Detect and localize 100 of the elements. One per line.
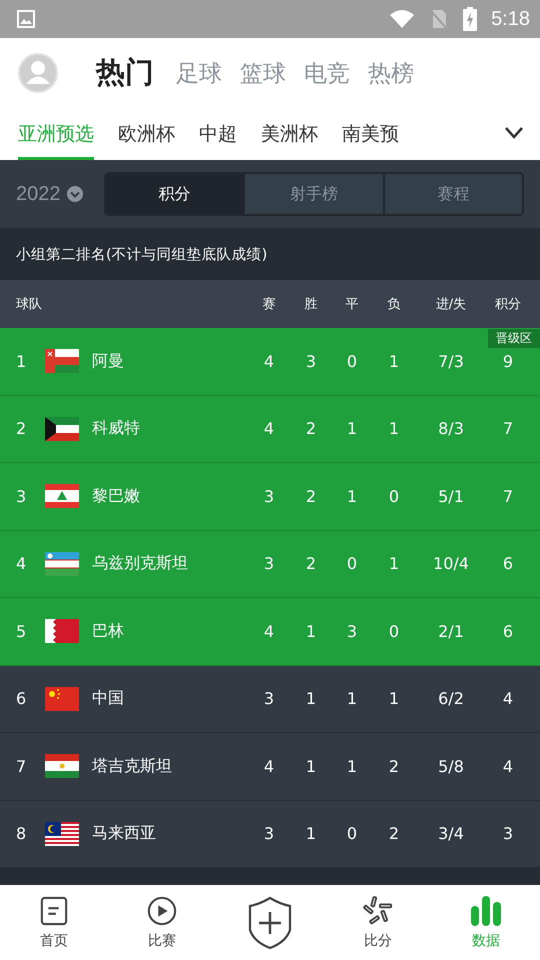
team-name: 阿曼 [92, 350, 124, 372]
sport-tab[interactable]: 篮球 [238, 58, 288, 88]
table-cell-text: 6 [502, 554, 514, 574]
flag-icon [45, 822, 79, 846]
table-cell-text: 2 [304, 419, 318, 438]
table-cell-text: 2 [388, 756, 400, 776]
sport-tab[interactable]: 足球 [174, 58, 224, 88]
table-cell-text: 1 [388, 554, 400, 574]
table-cell-text: 3 [262, 824, 276, 844]
sticks-icon [362, 896, 394, 926]
flag-icon [45, 349, 79, 374]
dropdown-icon [66, 186, 82, 202]
table-cell-text: 1 [304, 756, 318, 776]
column-header: 平 [344, 296, 360, 313]
table-cell-text: 0 [346, 824, 358, 844]
table-cell-text: 7 [502, 486, 514, 506]
view-tab[interactable]: 积分 [106, 174, 244, 214]
table-cell-text: 4 [262, 419, 276, 438]
sport-tab[interactable]: 热门 [94, 53, 156, 93]
league-tab[interactable]: 中超 [199, 108, 237, 160]
table-cell-text: 3 [346, 622, 358, 641]
table-cell-text: 3 [262, 554, 276, 574]
view-tab[interactable]: 射手榜 [243, 174, 383, 214]
team-name: 科威特 [92, 418, 140, 440]
league-tab[interactable]: 美洲杯 [261, 108, 318, 160]
table-cell-text: 3 [304, 352, 318, 371]
table-cell-text: 1 [346, 419, 358, 438]
sport-tab[interactable]: 热榜 [366, 58, 416, 88]
nav-item[interactable]: 比分 [324, 896, 432, 950]
flag-icon [45, 484, 79, 508]
rank: 4 [15, 554, 28, 574]
team-name: 马来西亚 [92, 823, 156, 844]
rank: 7 [15, 756, 28, 776]
document-icon [40, 896, 68, 926]
team-name: 塔吉克斯坦 [92, 756, 172, 777]
table-cell-text: 0 [388, 622, 400, 641]
table-cell-text: 1 [388, 352, 400, 371]
table-row[interactable]: 8 马来西亚 3 1 0 2 3/4 3 [0, 800, 540, 868]
image-icon [16, 9, 36, 29]
team-name: 乌兹别克斯坦 [92, 553, 188, 574]
view-tab[interactable]: 赛程 [382, 174, 522, 214]
rank: 2 [15, 419, 28, 438]
table-cell-text: 1 [304, 824, 318, 844]
table-cell-text: 3/4 [437, 824, 465, 844]
table-cell-text: 1 [388, 689, 400, 708]
nav-item[interactable]: 比赛 [108, 896, 216, 950]
table-row[interactable]: 2 科威特 4 2 1 1 8/3 7 [0, 396, 540, 463]
season-selector[interactable]: 2022 [16, 182, 104, 206]
table-cell-text: 2 [304, 486, 318, 506]
table-cell-text: 1 [304, 689, 318, 708]
table-cell-text: 2 [304, 554, 318, 574]
flag-icon [45, 686, 79, 711]
table-cell-text: 0 [346, 554, 358, 574]
table-cell-text: 5/8 [437, 756, 465, 776]
table-cell-text: 2/1 [437, 622, 465, 641]
flag-icon [45, 619, 79, 644]
zone-badge: 晋级区 [488, 329, 540, 348]
league-tab[interactable]: 南美预 [342, 108, 399, 160]
table-row[interactable]: 3 黎巴嫩 3 2 1 0 5/1 7 [0, 463, 540, 530]
table-cell-text: 4 [262, 622, 276, 641]
rank: 3 [15, 486, 28, 506]
table-cell-text: 3 [502, 824, 514, 844]
column-header: 胜 [304, 296, 318, 313]
column-header: 积分 [494, 296, 522, 313]
rank: 5 [15, 622, 28, 641]
table-cell-text: 4 [502, 756, 514, 776]
flag-icon [45, 552, 79, 576]
table-cell-text: 6/2 [437, 689, 465, 708]
league-tab[interactable]: 欧洲杯 [118, 108, 175, 160]
table-cell-text: 9 [502, 352, 514, 371]
table-cell-text: 7 [502, 419, 514, 438]
wifi-icon [389, 9, 416, 29]
clock: 5:18 [491, 8, 530, 30]
shield-plus-icon [248, 896, 292, 950]
column-header: 赛 [262, 296, 276, 313]
nav-item[interactable]: 数据 [432, 896, 540, 950]
nav-item[interactable]: 首页 [0, 896, 108, 950]
table-cell-text: 1 [304, 622, 318, 641]
table-row[interactable]: 4 乌兹别克斯坦 3 2 0 1 10/4 6 [0, 530, 540, 598]
sport-tab[interactable]: 电竞 [302, 58, 352, 88]
column-header: 负 [386, 296, 402, 313]
flag-icon [45, 416, 79, 441]
team-name: 黎巴嫩 [92, 486, 140, 507]
rank: 8 [15, 824, 28, 844]
rank: 6 [15, 689, 28, 708]
table-cell-text: 3 [262, 689, 276, 708]
column-header: 球队 [16, 296, 42, 313]
table-cell-text: 1 [388, 419, 400, 438]
rank: 1 [15, 352, 28, 371]
table-row[interactable]: 5 巴林 4 1 3 0 2/1 6 [0, 598, 540, 666]
table-row[interactable]: 7 塔吉克斯坦 4 1 1 2 5/8 4 [0, 733, 540, 800]
table-cell-text: 2 [388, 824, 400, 844]
table-cell-text: 4 [262, 352, 276, 371]
table-row[interactable]: 6 中国 3 1 1 1 6/2 4 [0, 666, 540, 733]
column-header: 进/失 [434, 296, 468, 313]
table-cell-text: 1 [346, 689, 358, 708]
bar-chart-icon [470, 896, 502, 926]
table-cell-text: 7/3 [437, 352, 465, 371]
table-row[interactable]: 晋级区 1 阿曼 4 3 0 1 7/3 9 [0, 328, 540, 396]
table-cell-text: 0 [346, 352, 358, 371]
